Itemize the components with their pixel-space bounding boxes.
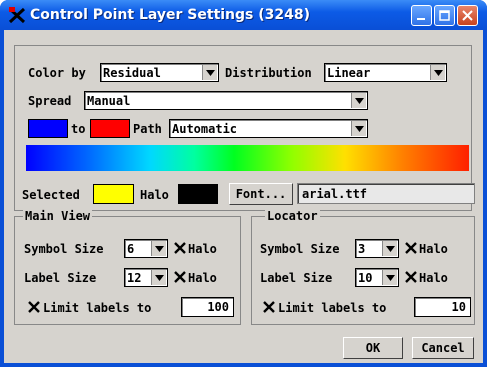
- chevron-down-icon: [151, 270, 166, 285]
- main-symbol-size-label: Symbol Size: [24, 242, 104, 256]
- color-by-select[interactable]: Residual: [100, 63, 219, 82]
- close-icon: [462, 10, 473, 21]
- main-limit-value: 100: [207, 300, 229, 314]
- minimize-button[interactable]: [411, 5, 432, 26]
- window-title: Control Point Layer Settings (3248): [30, 7, 311, 23]
- locator-symbol-size-value: 3: [358, 242, 366, 256]
- spread-label: Spread: [28, 94, 72, 108]
- locator-limit-input[interactable]: 10: [414, 297, 471, 317]
- main-label-size-label: Label Size: [24, 271, 97, 285]
- spread-select[interactable]: Manual: [84, 91, 368, 110]
- main-limit-checkbox[interactable]: [28, 301, 40, 313]
- locator-limit-label: Limit labels to: [278, 301, 387, 315]
- locator-title: Locator: [265, 209, 320, 223]
- from-color-swatch[interactable]: [28, 119, 68, 138]
- path-value: Automatic: [172, 122, 238, 136]
- font-button[interactable]: Font...: [229, 183, 293, 205]
- font-field[interactable]: arial.ttf: [297, 183, 475, 204]
- distribution-value: Linear: [327, 66, 371, 80]
- main-label-halo-checkbox[interactable]: [174, 271, 186, 283]
- maximize-icon: [439, 10, 450, 21]
- halo-label: Halo: [140, 188, 169, 202]
- locator-symbol-size-label: Symbol Size: [260, 242, 340, 256]
- path-label: Path: [133, 122, 162, 136]
- main-view-title: Main View: [23, 209, 93, 223]
- chevron-down-icon: [430, 65, 445, 80]
- app-icon: [8, 7, 26, 24]
- distribution-select[interactable]: Linear: [324, 63, 447, 82]
- locator-label-halo-label: Halo: [419, 271, 448, 285]
- color-ramp: [26, 145, 469, 171]
- locator-label-size-value: 10: [358, 271, 373, 285]
- close-button[interactable]: [457, 5, 478, 26]
- to-color-swatch[interactable]: [90, 119, 130, 138]
- chevron-down-icon: [382, 241, 397, 256]
- main-limit-label: Limit labels to: [43, 301, 152, 315]
- main-label-halo-label: Halo: [188, 271, 217, 285]
- cancel-button[interactable]: Cancel: [412, 337, 474, 359]
- chevron-down-icon: [351, 121, 366, 136]
- locator-label-size-label: Label Size: [260, 271, 333, 285]
- distribution-label: Distribution: [225, 66, 312, 80]
- locator-symbol-size-select[interactable]: 3: [355, 239, 399, 258]
- chevron-down-icon: [202, 65, 217, 80]
- chevron-down-icon: [351, 93, 366, 108]
- main-symbol-size-value: 6: [127, 242, 135, 256]
- title-bar[interactable]: Control Point Layer Settings (3248): [0, 0, 487, 30]
- selected-color-swatch[interactable]: [93, 184, 134, 204]
- chevron-down-icon: [382, 270, 397, 285]
- main-symbol-size-select[interactable]: 6: [124, 239, 168, 258]
- locator-limit-value: 10: [451, 300, 466, 314]
- main-label-size-select[interactable]: 12: [124, 268, 168, 287]
- main-label-size-value: 12: [127, 271, 142, 285]
- spread-value: Manual: [87, 94, 131, 108]
- ok-button[interactable]: OK: [343, 337, 403, 359]
- locator-symbol-halo-checkbox[interactable]: [405, 242, 417, 254]
- selected-label: Selected: [22, 188, 80, 202]
- locator-limit-checkbox[interactable]: [263, 301, 275, 313]
- path-select[interactable]: Automatic: [169, 119, 368, 138]
- main-limit-input[interactable]: 100: [181, 297, 234, 317]
- color-by-label: Color by: [28, 66, 86, 80]
- halo-color-swatch[interactable]: [178, 184, 218, 204]
- dialog-body: Color by Residual Distribution Linear Sp…: [4, 30, 483, 363]
- font-value: arial.ttf: [302, 187, 368, 201]
- to-label: to: [71, 122, 86, 136]
- maximize-button[interactable]: [434, 5, 455, 26]
- locator-label-halo-checkbox[interactable]: [405, 271, 417, 283]
- main-symbol-halo-label: Halo: [188, 242, 217, 256]
- locator-symbol-halo-label: Halo: [419, 242, 448, 256]
- chevron-down-icon: [151, 241, 166, 256]
- locator-label-size-select[interactable]: 10: [355, 268, 399, 287]
- color-by-value: Residual: [103, 66, 161, 80]
- main-symbol-halo-checkbox[interactable]: [174, 242, 186, 254]
- dialog-window: Control Point Layer Settings (3248) Colo…: [0, 0, 487, 367]
- minimize-icon: [417, 18, 425, 20]
